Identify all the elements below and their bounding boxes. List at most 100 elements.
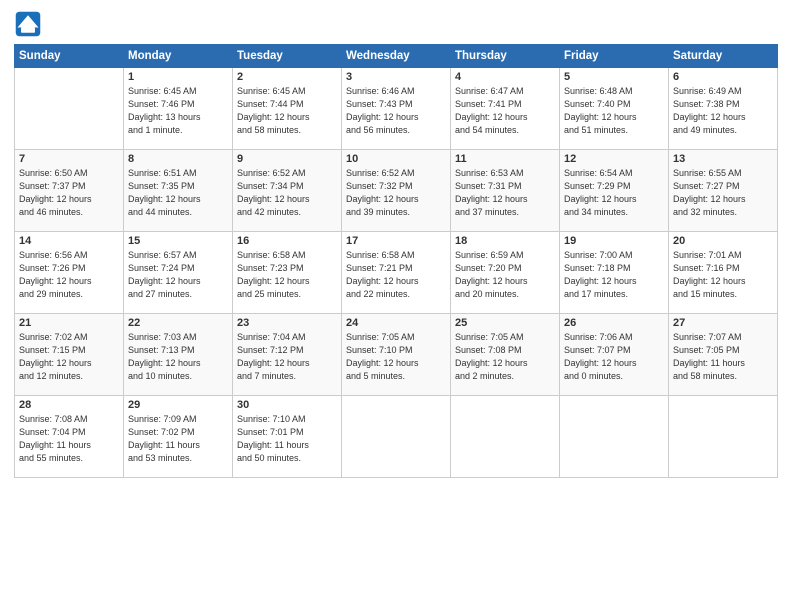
page: SundayMondayTuesdayWednesdayThursdayFrid… (0, 0, 792, 612)
day-info: Sunrise: 7:03 AM Sunset: 7:13 PM Dayligh… (128, 331, 228, 383)
day-cell: 10 Sunrise: 6:52 AM Sunset: 7:32 PM Dayli… (342, 150, 451, 232)
day-number: 27 (673, 317, 773, 329)
day-cell: 20 Sunrise: 7:01 AM Sunset: 7:16 PM Dayli… (669, 232, 778, 314)
day-info: Sunrise: 6:50 AM Sunset: 7:37 PM Dayligh… (19, 167, 119, 219)
calendar-table: SundayMondayTuesdayWednesdayThursdayFrid… (14, 44, 778, 478)
day-cell: 21 Sunrise: 7:02 AM Sunset: 7:15 PM Dayli… (15, 314, 124, 396)
day-info: Sunrise: 7:02 AM Sunset: 7:15 PM Dayligh… (19, 331, 119, 383)
day-number: 7 (19, 153, 119, 165)
day-number: 20 (673, 235, 773, 247)
day-info: Sunrise: 6:46 AM Sunset: 7:43 PM Dayligh… (346, 85, 446, 137)
day-cell: 25 Sunrise: 7:05 AM Sunset: 7:08 PM Dayli… (451, 314, 560, 396)
day-cell: 14 Sunrise: 6:56 AM Sunset: 7:26 PM Dayli… (15, 232, 124, 314)
week-row-2: 14 Sunrise: 6:56 AM Sunset: 7:26 PM Dayli… (15, 232, 778, 314)
day-info: Sunrise: 7:05 AM Sunset: 7:08 PM Dayligh… (455, 331, 555, 383)
day-number: 16 (237, 235, 337, 247)
day-number: 8 (128, 153, 228, 165)
day-number: 6 (673, 71, 773, 83)
day-cell: 8Sunrise: 6:51 AM Sunset: 7:35 PM Daylig… (124, 150, 233, 232)
header-cell-friday: Friday (560, 45, 669, 68)
day-info: Sunrise: 7:08 AM Sunset: 7:04 PM Dayligh… (19, 413, 119, 465)
calendar-header: SundayMondayTuesdayWednesdayThursdayFrid… (15, 45, 778, 68)
day-cell: 18 Sunrise: 6:59 AM Sunset: 7:20 PM Dayli… (451, 232, 560, 314)
day-cell: 2Sunrise: 6:45 AM Sunset: 7:44 PM Daylig… (233, 68, 342, 150)
header-row: SundayMondayTuesdayWednesdayThursdayFrid… (15, 45, 778, 68)
day-number: 18 (455, 235, 555, 247)
day-cell: 11Sunrise: 6:53 AM Sunset: 7:31 PM Dayli… (451, 150, 560, 232)
header-cell-thursday: Thursday (451, 45, 560, 68)
day-cell (15, 68, 124, 150)
day-number: 24 (346, 317, 446, 329)
day-number: 28 (19, 399, 119, 411)
day-info: Sunrise: 6:52 AM Sunset: 7:34 PM Dayligh… (237, 167, 337, 219)
day-info: Sunrise: 6:48 AM Sunset: 7:40 PM Dayligh… (564, 85, 664, 137)
day-info: Sunrise: 7:07 AM Sunset: 7:05 PM Dayligh… (673, 331, 773, 383)
day-number: 10 (346, 153, 446, 165)
day-number: 29 (128, 399, 228, 411)
day-cell (560, 396, 669, 478)
day-info: Sunrise: 7:04 AM Sunset: 7:12 PM Dayligh… (237, 331, 337, 383)
day-cell: 15 Sunrise: 6:57 AM Sunset: 7:24 PM Dayli… (124, 232, 233, 314)
header-cell-saturday: Saturday (669, 45, 778, 68)
day-number: 4 (455, 71, 555, 83)
day-info: Sunrise: 6:55 AM Sunset: 7:27 PM Dayligh… (673, 167, 773, 219)
day-number: 22 (128, 317, 228, 329)
day-cell: 6 Sunrise: 6:49 AM Sunset: 7:38 PM Daylig… (669, 68, 778, 150)
day-cell: 3 Sunrise: 6:46 AM Sunset: 7:43 PM Daylig… (342, 68, 451, 150)
day-info: Sunrise: 6:56 AM Sunset: 7:26 PM Dayligh… (19, 249, 119, 301)
day-info: Sunrise: 6:49 AM Sunset: 7:38 PM Dayligh… (673, 85, 773, 137)
day-cell: 29 Sunrise: 7:09 AM Sunset: 7:02 PM Dayli… (124, 396, 233, 478)
day-cell: 16 Sunrise: 6:58 AM Sunset: 7:23 PM Dayli… (233, 232, 342, 314)
day-number: 21 (19, 317, 119, 329)
day-number: 17 (346, 235, 446, 247)
day-cell: 9 Sunrise: 6:52 AM Sunset: 7:34 PM Daylig… (233, 150, 342, 232)
day-info: Sunrise: 6:58 AM Sunset: 7:23 PM Dayligh… (237, 249, 337, 301)
day-info: Sunrise: 6:52 AM Sunset: 7:32 PM Dayligh… (346, 167, 446, 219)
day-number: 2 (237, 71, 337, 83)
day-cell (342, 396, 451, 478)
day-number: 3 (346, 71, 446, 83)
day-cell: 30 Sunrise: 7:10 AM Sunset: 7:01 PM Dayli… (233, 396, 342, 478)
header-cell-sunday: Sunday (15, 45, 124, 68)
week-row-4: 28 Sunrise: 7:08 AM Sunset: 7:04 PM Dayli… (15, 396, 778, 478)
day-cell: 23 Sunrise: 7:04 AM Sunset: 7:12 PM Dayli… (233, 314, 342, 396)
day-cell: 12Sunrise: 6:54 AM Sunset: 7:29 PM Dayli… (560, 150, 669, 232)
day-number: 23 (237, 317, 337, 329)
week-row-1: 7 Sunrise: 6:50 AM Sunset: 7:37 PM Daylig… (15, 150, 778, 232)
week-row-3: 21 Sunrise: 7:02 AM Sunset: 7:15 PM Dayli… (15, 314, 778, 396)
day-number: 26 (564, 317, 664, 329)
header (14, 10, 778, 38)
day-info: Sunrise: 7:00 AM Sunset: 7:18 PM Dayligh… (564, 249, 664, 301)
day-info: Sunrise: 6:57 AM Sunset: 7:24 PM Dayligh… (128, 249, 228, 301)
day-cell (451, 396, 560, 478)
calendar-body: 1Sunrise: 6:45 AM Sunset: 7:46 PM Daylig… (15, 68, 778, 478)
day-cell: 17Sunrise: 6:58 AM Sunset: 7:21 PM Dayli… (342, 232, 451, 314)
header-cell-monday: Monday (124, 45, 233, 68)
day-cell: 22 Sunrise: 7:03 AM Sunset: 7:13 PM Dayli… (124, 314, 233, 396)
day-number: 25 (455, 317, 555, 329)
day-info: Sunrise: 6:54 AM Sunset: 7:29 PM Dayligh… (564, 167, 664, 219)
day-info: Sunrise: 7:05 AM Sunset: 7:10 PM Dayligh… (346, 331, 446, 383)
day-cell: 19 Sunrise: 7:00 AM Sunset: 7:18 PM Dayli… (560, 232, 669, 314)
day-number: 9 (237, 153, 337, 165)
day-info: Sunrise: 7:09 AM Sunset: 7:02 PM Dayligh… (128, 413, 228, 465)
day-info: Sunrise: 7:10 AM Sunset: 7:01 PM Dayligh… (237, 413, 337, 465)
day-info: Sunrise: 6:59 AM Sunset: 7:20 PM Dayligh… (455, 249, 555, 301)
header-cell-tuesday: Tuesday (233, 45, 342, 68)
day-cell: 26 Sunrise: 7:06 AM Sunset: 7:07 PM Dayli… (560, 314, 669, 396)
day-number: 15 (128, 235, 228, 247)
day-number: 11 (455, 153, 555, 165)
day-number: 19 (564, 235, 664, 247)
day-number: 1 (128, 71, 228, 83)
day-info: Sunrise: 6:47 AM Sunset: 7:41 PM Dayligh… (455, 85, 555, 137)
day-info: Sunrise: 7:01 AM Sunset: 7:16 PM Dayligh… (673, 249, 773, 301)
day-cell: 24 Sunrise: 7:05 AM Sunset: 7:10 PM Dayli… (342, 314, 451, 396)
day-info: Sunrise: 7:06 AM Sunset: 7:07 PM Dayligh… (564, 331, 664, 383)
day-number: 30 (237, 399, 337, 411)
day-number: 13 (673, 153, 773, 165)
header-cell-wednesday: Wednesday (342, 45, 451, 68)
day-cell: 13 Sunrise: 6:55 AM Sunset: 7:27 PM Dayli… (669, 150, 778, 232)
logo (14, 10, 46, 38)
day-number: 14 (19, 235, 119, 247)
logo-icon (14, 10, 42, 38)
